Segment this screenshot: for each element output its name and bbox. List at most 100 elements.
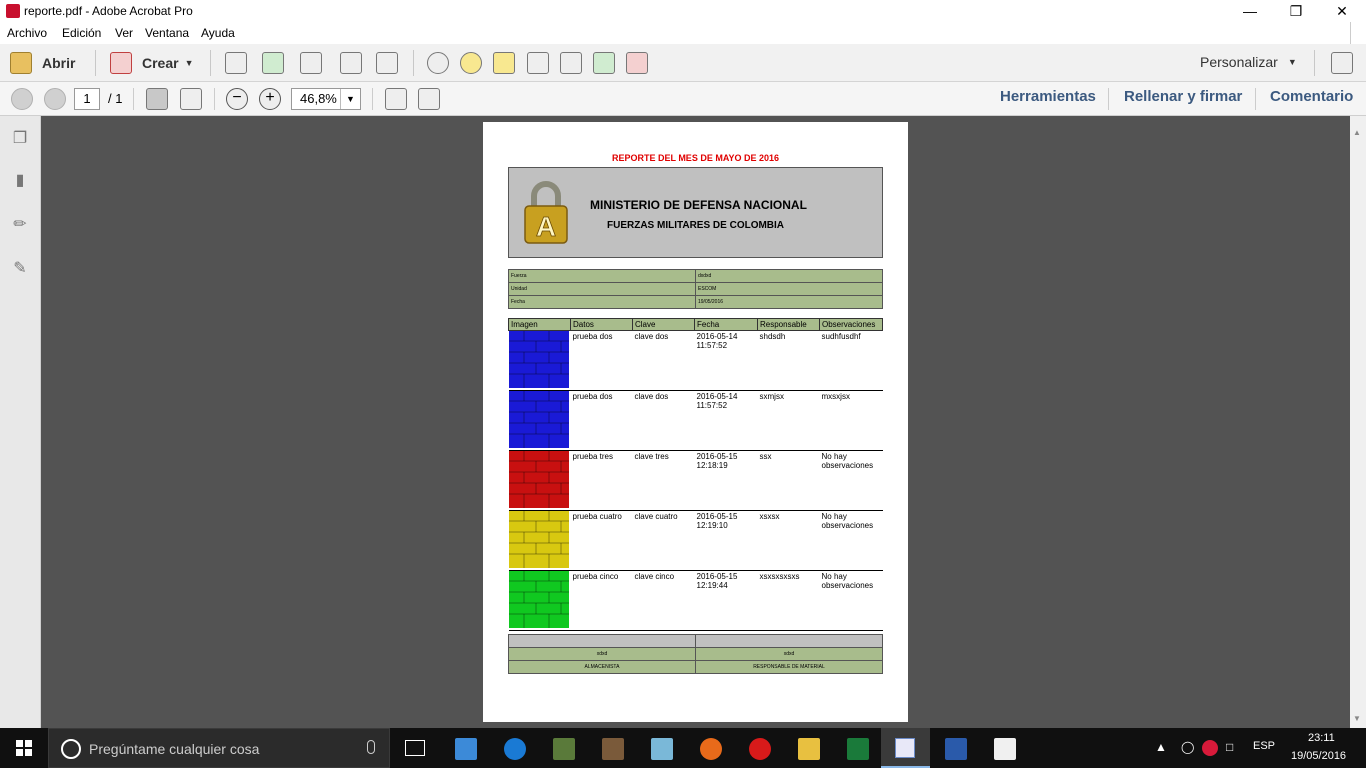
bookmark-icon[interactable]: ▮ bbox=[10, 170, 30, 190]
row-clave: clave cuatro bbox=[632, 510, 695, 571]
signature-right-value: xdxd bbox=[695, 647, 883, 661]
open-button[interactable]: Abrir bbox=[10, 52, 75, 74]
notification-icon[interactable]: □ bbox=[1226, 740, 1233, 754]
microphone-icon[interactable] bbox=[367, 740, 375, 754]
print-icon bbox=[300, 52, 322, 74]
chevron-up-icon[interactable]: ▲ bbox=[1155, 740, 1167, 754]
row-datos: prueba tres bbox=[570, 450, 633, 511]
info-label: Unidad bbox=[508, 282, 696, 296]
export-button[interactable] bbox=[593, 52, 615, 74]
minimize-button[interactable]: — bbox=[1227, 0, 1273, 22]
cortana-search-box[interactable]: Pregúntame cualquier cosa bbox=[48, 728, 390, 768]
java-icon[interactable] bbox=[994, 738, 1016, 760]
clock-date[interactable]: 19/05/2016 bbox=[1291, 750, 1346, 762]
tab-herramientas[interactable]: Herramientas bbox=[1000, 88, 1096, 105]
calculator-app-icon[interactable] bbox=[553, 738, 575, 760]
excel-icon[interactable] bbox=[847, 738, 869, 760]
sublime-text-icon[interactable] bbox=[602, 738, 624, 760]
acrobat-taskbar-item[interactable] bbox=[881, 728, 930, 768]
signature-icon[interactable]: ✎ bbox=[10, 258, 30, 278]
menu-ayuda[interactable]: Ayuda bbox=[201, 26, 235, 40]
wifi-icon[interactable]: ◯ bbox=[1181, 740, 1194, 754]
protect-button[interactable] bbox=[560, 52, 582, 74]
task-view-icon[interactable] bbox=[405, 740, 425, 756]
maximize-button[interactable]: ❐ bbox=[1273, 0, 1319, 22]
signature-table: xdxd xdxd ALMACENISTA RESPONSABLE DE MATER… bbox=[508, 634, 883, 674]
signature-blank bbox=[695, 634, 883, 648]
page-number-input[interactable]: 1 bbox=[74, 88, 100, 110]
tab-rellenar-firmar[interactable]: Rellenar y firmar bbox=[1124, 88, 1242, 105]
create-button[interactable]: Crear ▼ bbox=[110, 52, 194, 74]
menu-ventana[interactable]: Ventana bbox=[145, 26, 189, 40]
fullscreen-button[interactable] bbox=[1331, 52, 1353, 74]
row-image bbox=[508, 390, 571, 451]
open-label: Abrir bbox=[42, 55, 76, 71]
zoom-out-icon[interactable]: − bbox=[226, 88, 248, 110]
separator bbox=[413, 50, 414, 76]
row-clave: clave tres bbox=[632, 450, 695, 511]
row-clave: clave cinco bbox=[632, 570, 695, 631]
next-page-icon[interactable] bbox=[44, 88, 66, 110]
tab-comentario[interactable]: Comentario bbox=[1270, 88, 1353, 105]
table-row: prueba cinco clave cinco 2016-05-15 12:19:… bbox=[508, 570, 883, 631]
scroll-up-icon[interactable]: ▲ bbox=[1353, 128, 1361, 137]
file-explorer-icon[interactable] bbox=[798, 738, 820, 760]
prev-page-icon[interactable] bbox=[11, 88, 33, 110]
notes-app-icon[interactable] bbox=[651, 738, 673, 760]
row-responsable: xsxsx bbox=[757, 510, 820, 571]
upload-button[interactable] bbox=[262, 52, 284, 74]
hand-tool-icon[interactable] bbox=[180, 88, 202, 110]
save-button[interactable] bbox=[225, 52, 247, 74]
row-observaciones: mxsxjsx bbox=[819, 390, 883, 451]
menu-archivo[interactable]: Archivo bbox=[7, 26, 47, 40]
col-responsable: Responsable bbox=[757, 318, 820, 331]
photos-app-icon[interactable] bbox=[455, 738, 477, 760]
word-icon[interactable] bbox=[945, 738, 967, 760]
sign-button[interactable] bbox=[626, 52, 648, 74]
row-fecha: 2016-05-14 11:57:52 bbox=[694, 390, 758, 451]
edit-button[interactable] bbox=[340, 52, 362, 74]
row-datos: prueba cinco bbox=[570, 570, 633, 631]
edge-icon[interactable] bbox=[504, 738, 526, 760]
table-row: prueba dos clave dos 2016-05-14 11:57:52 sx… bbox=[508, 390, 883, 451]
print-button[interactable] bbox=[300, 52, 322, 74]
pdf-page: REPORTE DEL MES DE MAYO DE 2016 A MINIST… bbox=[483, 122, 908, 722]
report-header: A MINISTERIO DE DEFENSA NACIONAL FUERZAS… bbox=[508, 167, 883, 258]
select-tool-icon[interactable] bbox=[146, 88, 168, 110]
clock-time[interactable]: 23:11 bbox=[1308, 732, 1335, 744]
row-observaciones: No hay observaciones bbox=[819, 570, 883, 631]
vertical-scrollbar[interactable]: ▲ ▼ bbox=[1350, 116, 1366, 728]
expand-icon bbox=[1331, 52, 1353, 74]
redact-button[interactable] bbox=[527, 52, 549, 74]
create-pdf-icon bbox=[110, 52, 132, 74]
zoom-select[interactable]: 46,8% ▼ bbox=[291, 88, 361, 110]
comment-button[interactable] bbox=[460, 52, 482, 74]
left-nav-pane: ❐ ▮ ✏ ✎ bbox=[0, 116, 41, 728]
windows-start-icon[interactable] bbox=[16, 740, 32, 756]
zoom-in-icon[interactable]: + bbox=[259, 88, 281, 110]
col-imagen: Imagen bbox=[508, 318, 571, 331]
fit-page-icon[interactable] bbox=[385, 88, 407, 110]
menu-edicion[interactable]: Edición bbox=[62, 26, 101, 40]
opera-icon[interactable] bbox=[749, 738, 771, 760]
attachment-icon[interactable]: ✏ bbox=[10, 214, 30, 234]
language-indicator[interactable]: ESP bbox=[1253, 740, 1275, 752]
separator bbox=[133, 88, 134, 110]
fit-width-icon[interactable] bbox=[418, 88, 440, 110]
customize-label: Personalizar bbox=[1200, 54, 1278, 70]
firefox-icon[interactable] bbox=[700, 738, 722, 760]
page-total: / 1 bbox=[108, 91, 123, 106]
search-placeholder: Pregúntame cualquier cosa bbox=[89, 741, 260, 757]
settings-button[interactable] bbox=[427, 52, 449, 74]
page-thumbnails-icon[interactable]: ❐ bbox=[10, 128, 30, 148]
antivirus-icon[interactable] bbox=[1202, 740, 1218, 756]
close-button[interactable]: ✕ bbox=[1319, 0, 1365, 22]
row-datos: prueba dos bbox=[570, 390, 633, 451]
highlight-button[interactable] bbox=[493, 52, 515, 74]
row-fecha: 2016-05-14 11:57:52 bbox=[694, 330, 758, 391]
menu-ver[interactable]: Ver bbox=[115, 26, 133, 40]
scroll-down-icon[interactable]: ▼ bbox=[1353, 714, 1361, 723]
email-button[interactable] bbox=[376, 52, 398, 74]
menu-close-icon[interactable] bbox=[1350, 22, 1366, 44]
customize-button[interactable]: Personalizar ▼ bbox=[1200, 54, 1297, 70]
